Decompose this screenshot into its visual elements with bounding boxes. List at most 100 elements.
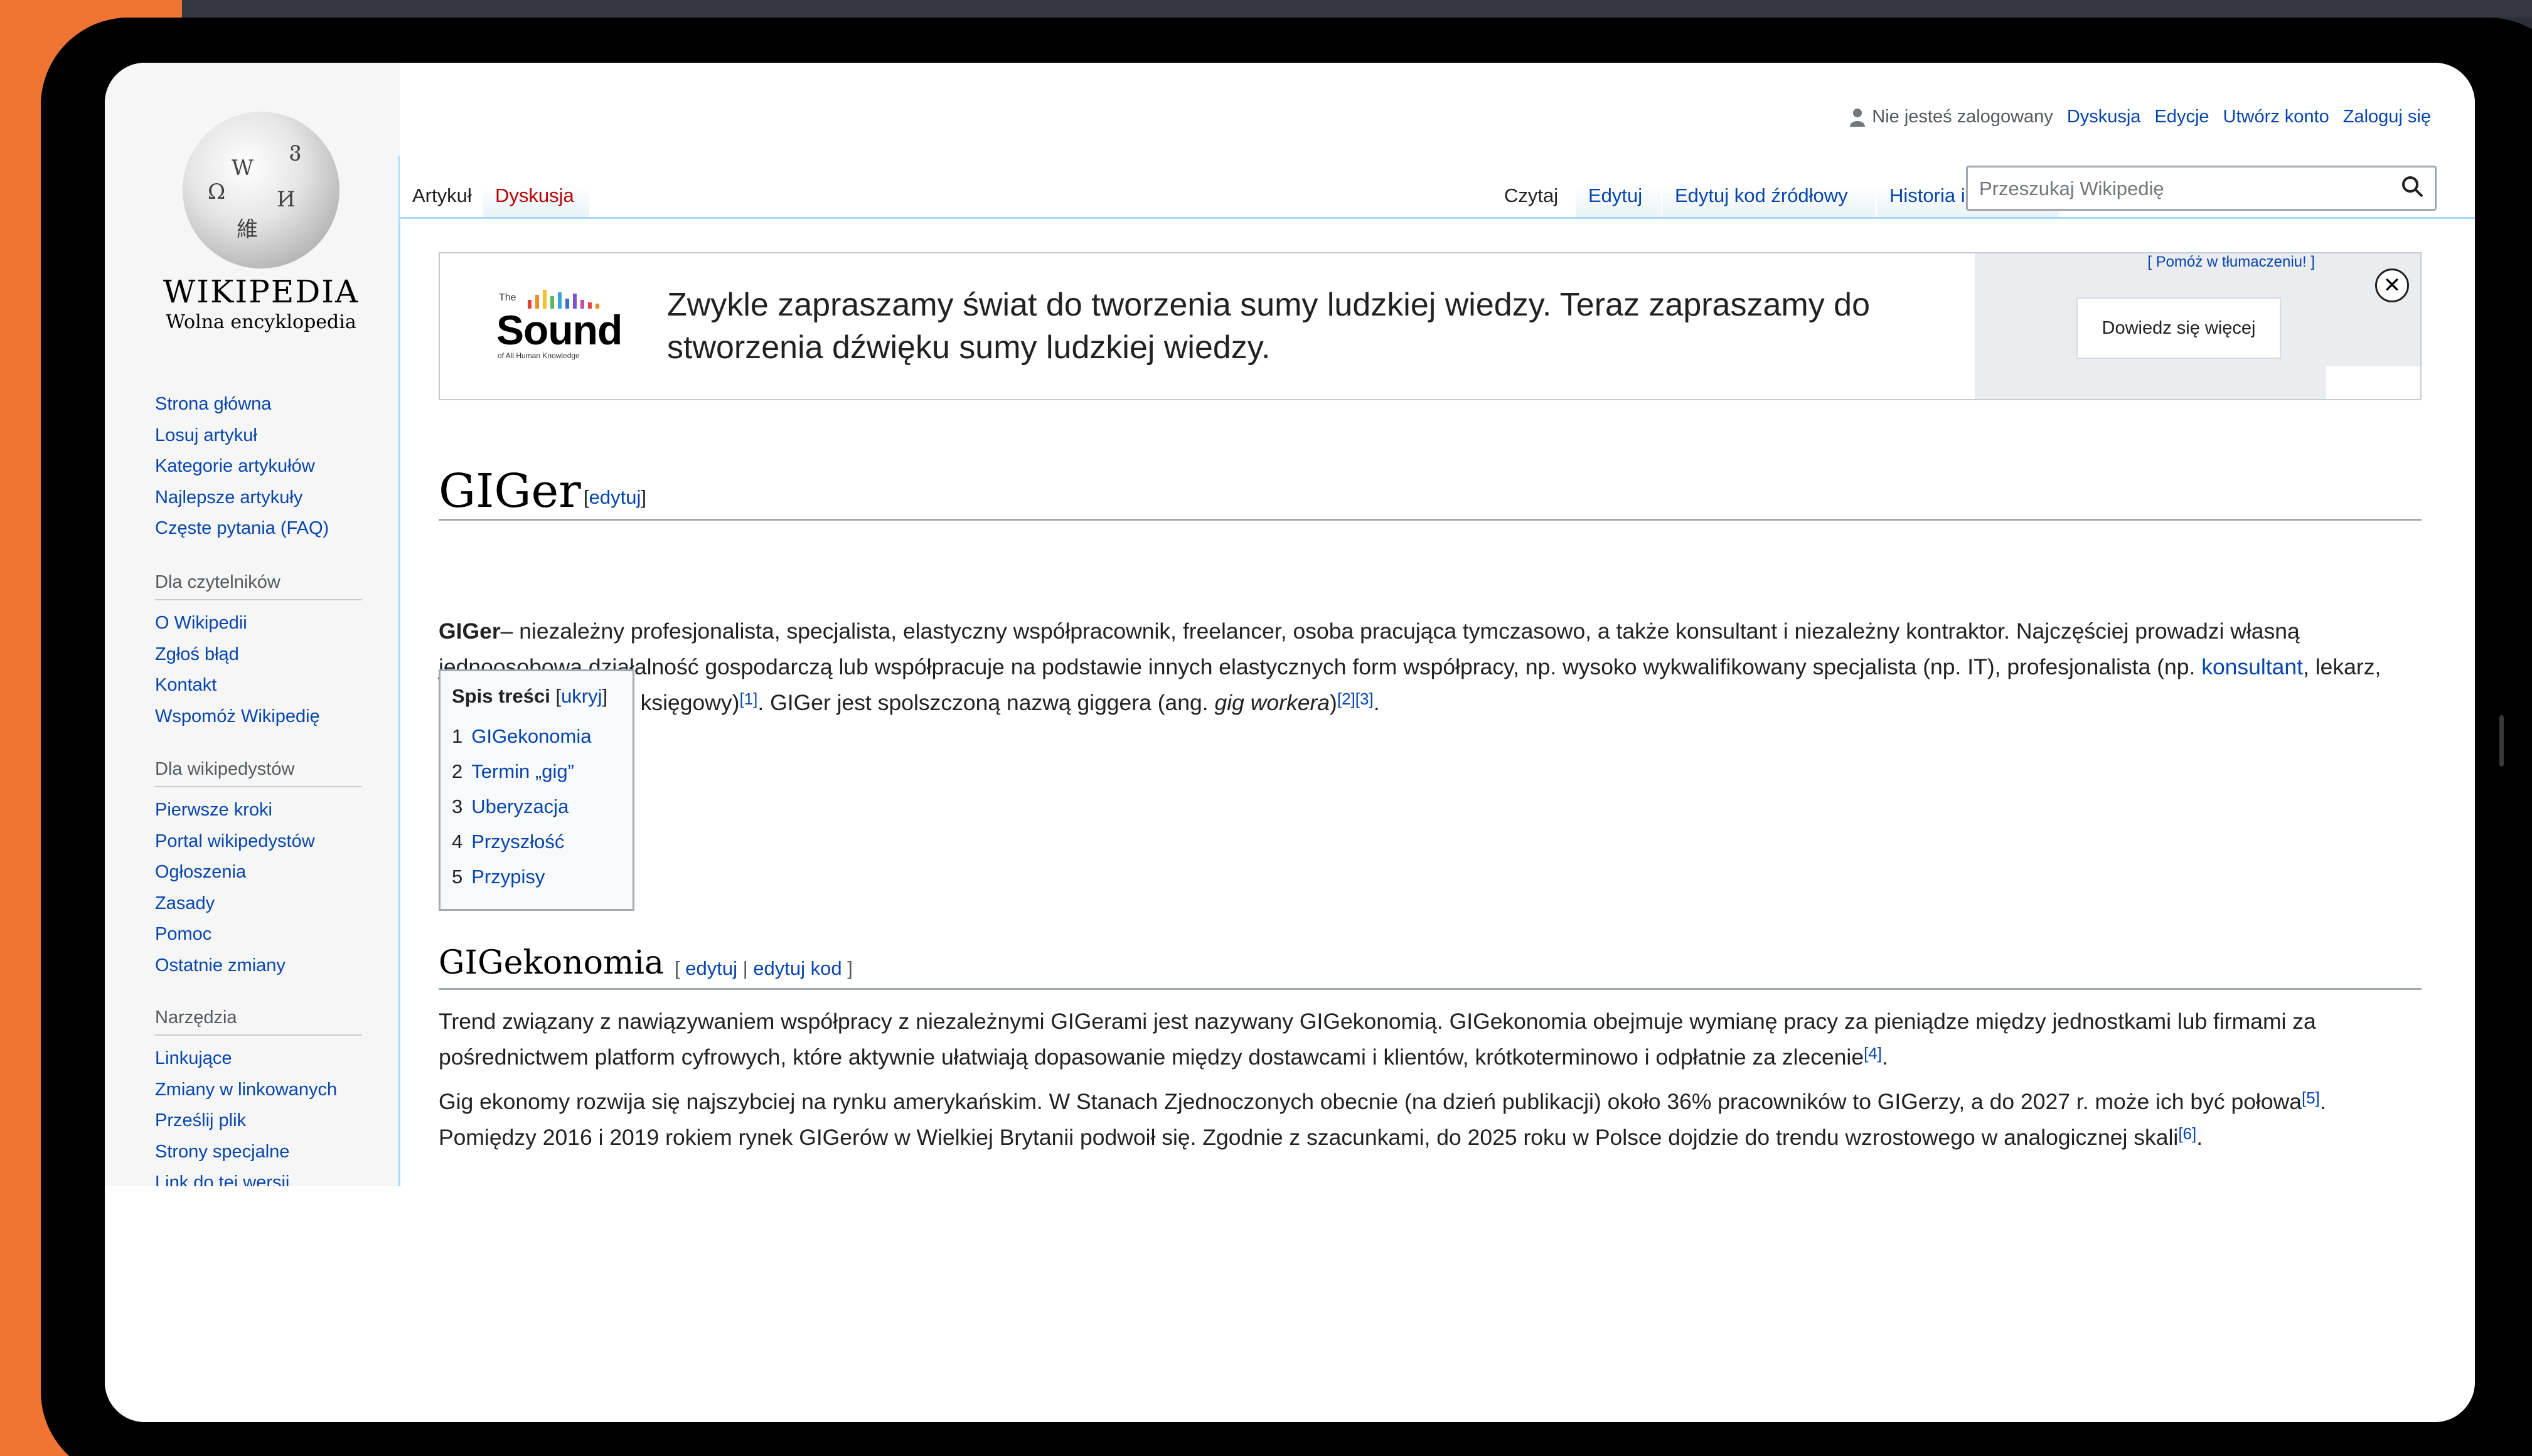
sound-campaign-logo: The Sound of All Human Knowledge — [496, 287, 634, 360]
sidebar-item-what-links-here[interactable]: Linkujące — [155, 1043, 368, 1075]
section-edit-code-link[interactable]: edytuj kod — [753, 957, 841, 979]
sidebar-item-contact[interactable]: Kontakt — [155, 670, 368, 701]
section-p2-text-a: Gig ekonomy rozwija się najszybciej na r… — [439, 1089, 2302, 1114]
toc-item: 1 GIGekonomia — [452, 719, 621, 754]
sidebar-item-categories[interactable]: Kategorie artykułów — [155, 451, 368, 482]
top-dark-strip — [182, 0, 2532, 18]
personal-contributions-link[interactable]: Edycje — [2154, 107, 2209, 127]
sidebar-item-random[interactable]: Losuj artykuł — [155, 420, 368, 452]
link-consultant[interactable]: konsultant — [2201, 654, 2303, 679]
toc-number: 3 — [452, 795, 463, 817]
intro-paragraph: GIGer– niezależny profesjonalista, specj… — [439, 614, 2422, 721]
title-divider — [439, 519, 2422, 521]
intro-text-4: ) — [1330, 690, 1337, 715]
user-icon — [1850, 108, 1866, 127]
banner-notch — [2326, 366, 2420, 399]
sidebar-item-community-portal[interactable]: Portal wikipedystów — [155, 826, 368, 858]
toc-link-przyszlosc[interactable]: Przyszłość — [471, 831, 564, 853]
tablet-side-button — [2499, 715, 2504, 767]
sidebar-item-main-page[interactable]: Strona główna — [155, 389, 368, 420]
tab-discussion[interactable]: Dyskusja — [483, 156, 589, 218]
sidebar-item-faq[interactable]: Częste pytania (FAQ) — [155, 513, 368, 545]
learn-more-button[interactable]: Dowiedz się więcej — [2076, 297, 2281, 359]
intro-text-3: . GIGer jest spolszczoną nazwą giggera (… — [757, 690, 1215, 715]
personal-tools: Nie jesteś zalogowany Dyskusja Edycje Ut… — [1849, 107, 2431, 127]
login-link[interactable]: Zaloguj się — [2343, 107, 2431, 127]
toc-item: 2 Termin „gig” — [452, 754, 621, 789]
sidebar-item-donate[interactable]: Wspomóż Wikipedię — [155, 701, 368, 733]
toc-item: 3 Uberyzacja — [452, 789, 621, 824]
sidebar-readers-section: Dla czytelników O Wikipedii Zgłoś błąd K… — [155, 572, 368, 732]
close-banner-button[interactable]: ✕ — [2375, 268, 2409, 302]
personal-talk-link[interactable]: Dyskusja — [2067, 107, 2141, 127]
close-icon: ✕ — [2383, 274, 2401, 297]
tab-edit-source-label: Edytuj kod źródłowy — [1675, 184, 1848, 206]
sidebar-main-nav: Strona główna Losuj artykuł Kategorie ar… — [155, 389, 368, 545]
tab-article-label: Artykuł — [412, 184, 472, 206]
reference-5[interactable]: [5] — [2302, 1088, 2320, 1107]
section-paragraph-1: Trend związany z nawiązywaniem współprac… — [439, 1009, 2316, 1070]
intro-bold-term: GIGer — [439, 619, 501, 644]
tab-edit-label: Edytuj — [1588, 184, 1643, 206]
section-paragraph-2: Gig ekonomy rozwija się najszybciej na r… — [439, 1088, 2326, 1150]
toc-title: Spis treści — [452, 685, 550, 707]
tab-article[interactable]: Artykuł — [400, 156, 481, 218]
reference-6[interactable]: [6] — [2178, 1124, 2196, 1143]
toc-header: Spis treści [ukryj] — [452, 685, 608, 707]
toc-number: 2 — [452, 760, 463, 782]
create-account-link[interactable]: Utwórz konto — [2223, 107, 2329, 127]
reference-1[interactable]: [1] — [739, 689, 757, 708]
sidebar-item-about[interactable]: O Wikipedii — [155, 608, 368, 639]
wikipedia-tagline: Wolna encyklopedia — [166, 311, 356, 333]
sidebar-readers-heading: Dla czytelników — [155, 572, 362, 600]
toc-link-gigekonomia[interactable]: GIGekonomia — [471, 725, 591, 747]
help-translate-link[interactable]: [ Pomóż w tłumaczeniu! ] — [2147, 253, 2315, 271]
sidebar-tools-section: Narzędzia Linkujące Zmiany w linkowanych… — [155, 1007, 368, 1186]
wikipedia-logo[interactable]: W Ω И 維 ვ WIKIPEDIA Wolna encyklopedia — [158, 112, 358, 333]
toc-link-uberyzacja[interactable]: Uberyzacja — [471, 795, 569, 817]
search-input[interactable]: Przeszukaj Wikipedię — [1966, 166, 2437, 211]
toc-item: 5 Przypisy — [452, 859, 621, 895]
sidebar-tools-heading: Narzędzia — [155, 1007, 362, 1036]
section-heading-gigekonomia: GIGekonomia — [439, 944, 664, 982]
sidebar-item-permanent-link[interactable]: Link do tej wersji — [155, 1167, 368, 1186]
reference-3[interactable]: [3] — [1355, 689, 1374, 708]
tablet-screen: W Ω И 維 ვ WIKIPEDIA Wolna encyklopedia S… — [105, 63, 2475, 1422]
sidebar-item-recent-changes[interactable]: Ostatnie zmiany — [155, 950, 368, 982]
sidebar-item-announcements[interactable]: Ogłoszenia — [155, 857, 368, 888]
reference-2[interactable]: [2] — [1337, 689, 1355, 708]
tab-read[interactable]: Czytaj — [1492, 156, 1574, 218]
intro-italic: gig workera — [1214, 690, 1330, 715]
sidebar-item-related-changes[interactable]: Zmiany w linkowanych — [155, 1075, 368, 1106]
table-of-contents: Spis treści [ukryj] 1 GIGekonomia 2 Termin… — [439, 669, 634, 911]
sidebar-item-rules[interactable]: Zasady — [155, 888, 368, 920]
toc-toggle-link[interactable]: ukryj — [561, 685, 602, 707]
intro-text-5: . — [1373, 690, 1380, 715]
toc-link-przypisy[interactable]: Przypisy — [471, 866, 545, 888]
sound-logo-subtitle: of All Human Knowledge — [498, 351, 580, 360]
reference-4[interactable]: [4] — [1864, 1044, 1882, 1063]
section-edit-links: [ edytuj | edytuj kod ] — [675, 957, 853, 979]
tab-edit-source[interactable]: Edytuj kod źródłowy — [1662, 156, 1876, 218]
toc-number: 1 — [452, 725, 463, 747]
sidebar-editors-section: Dla wikipedystów Pierwsze kroki Portal w… — [155, 759, 368, 981]
title-edit-link[interactable]: edytuj — [589, 486, 641, 508]
sidebar-item-report-error[interactable]: Zgłoś błąd — [155, 639, 368, 671]
section-p1-text: Trend związany z nawiązywaniem współprac… — [439, 1009, 2316, 1070]
sidebar-item-upload-file[interactable]: Prześlij plik — [155, 1105, 368, 1137]
sidebar-item-help[interactable]: Pomoc — [155, 919, 368, 950]
sidebar-item-best-articles[interactable]: Najlepsze artykuły — [155, 482, 368, 514]
title-edit-section: [edytuj] — [584, 486, 646, 508]
toc-link-termin-gig[interactable]: Termin „gig” — [471, 760, 574, 782]
sidebar-editors-heading: Dla wikipedystów — [155, 759, 362, 787]
search-icon[interactable] — [2401, 176, 2424, 198]
tab-discussion-label: Dyskusja — [495, 184, 574, 206]
section-edit-link[interactable]: edytuj — [685, 957, 737, 979]
sidebar-item-special-pages[interactable]: Strony specjalne — [155, 1137, 368, 1168]
tab-edit[interactable]: Edytuj — [1576, 156, 1661, 218]
wikipedia-wordmark: WIKIPEDIA — [163, 274, 360, 310]
sidebar-border — [398, 156, 400, 1186]
tab-read-label: Czytaj — [1504, 184, 1559, 206]
intro-text-1: – niezależny profesjonalista, specjalist… — [439, 619, 2300, 679]
sidebar-item-first-steps[interactable]: Pierwsze kroki — [155, 795, 368, 826]
